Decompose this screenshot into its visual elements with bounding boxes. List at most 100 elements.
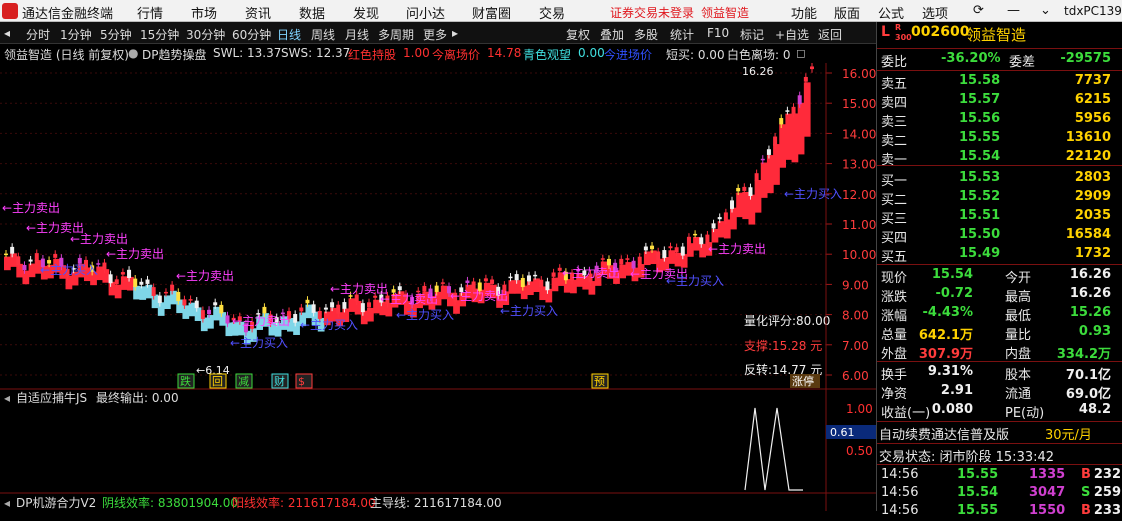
ask-row[interactable]: 卖四 15.57 6215 [877, 92, 1122, 111]
minimize-icon[interactable]: — [1007, 3, 1020, 18]
ad-text[interactable]: 自动续费通达信普及版 [879, 424, 1009, 443]
tool-diejia[interactable]: 叠加 [600, 26, 624, 43]
more-chevron-icon[interactable]: ▸ [452, 26, 458, 40]
tick-row: 14:56 15.55 1335 B 232 [877, 467, 1122, 485]
indicator-name[interactable]: DP趋势操盘 [142, 46, 206, 63]
ask-row[interactable]: 卖五 15.58 7737 [877, 73, 1122, 92]
ad-row[interactable]: 自动续费通达信普及版 30元/月 [877, 424, 1122, 443]
stat-row: 外盘 307.9万 内盘 334.2万 [877, 343, 1122, 362]
ribbon-segment [170, 290, 177, 305]
ribbon-segment [779, 124, 786, 168]
period-30min[interactable]: 30分钟 [186, 26, 225, 43]
ask-row[interactable]: 卖二 15.55 13610 [877, 130, 1122, 149]
tool-duogu[interactable]: 多股 [634, 26, 658, 43]
menu-item-shuju[interactable]: 数据 [299, 3, 325, 22]
close-indicator-icon[interactable]: ◻ [796, 46, 806, 60]
ind1-output: 最终输出: 0.00 [96, 390, 179, 405]
user-id: tdxPC1397 [1064, 4, 1122, 18]
candle-body [397, 286, 402, 291]
menu-item-banmian[interactable]: 版面 [834, 3, 860, 22]
ribbon-segment [754, 180, 762, 213]
menu-item-hangqing[interactable]: 行情 [137, 3, 163, 22]
quote-panel: L R 300 002600 领益智造 委比 -36.20% 委差 -29575… [876, 22, 1122, 518]
menu-item-zixun[interactable]: 资讯 [245, 3, 271, 22]
candle-body [114, 279, 119, 285]
menu-item-jiaoyi[interactable]: 交易 [539, 3, 565, 22]
sell-annotation: ←主力卖出 [708, 242, 766, 256]
ind2-title[interactable]: DP机游合力V2 [16, 495, 96, 510]
ind1-title[interactable]: 自适应捕牛JS [16, 390, 87, 405]
ask-row[interactable]: 卖三 15.56 5956 [877, 111, 1122, 130]
period-daily[interactable]: 日线 [277, 26, 301, 43]
ribbon-segment [742, 191, 750, 220]
bid-row[interactable]: 买五 15.49 1732 [877, 246, 1122, 265]
tool-fuquan[interactable]: 复权 [566, 26, 590, 43]
panel-toggle-icon[interactable]: ◂ [4, 26, 10, 40]
ribbon-segment [686, 243, 694, 257]
weibi-value: -36.20% [941, 51, 1001, 66]
period-weekly[interactable]: 周线 [311, 26, 335, 43]
chevron-down-icon[interactable]: ⌄ [1040, 3, 1051, 18]
trade-login-warning[interactable]: 证券交易未登录 [610, 4, 694, 21]
refresh-icon[interactable]: ⟳ [973, 3, 984, 18]
ask-label: 卖三 [881, 115, 908, 130]
stat2-label: 股本 [1005, 368, 1032, 383]
price-tick-label: 7.00 [842, 339, 869, 353]
ribbon-segment [194, 307, 202, 321]
menu-item-faxian[interactable]: 发现 [353, 3, 379, 22]
sell-annotation: ←主力卖出 [232, 314, 290, 328]
stat-label: 外盘 [881, 347, 908, 362]
bid-row[interactable]: 买二 15.52 2909 [877, 189, 1122, 208]
period-more[interactable]: 更多 [423, 26, 447, 43]
ind1-toggle-icon[interactable]: ◂ [4, 391, 10, 405]
ribbon-segment [545, 288, 553, 303]
period-1min[interactable]: 1分钟 [60, 26, 92, 43]
tick-side: S [1081, 485, 1091, 500]
high-price-label: 16.26 [742, 65, 774, 78]
menu-item-gongshi[interactable]: 公式 [878, 3, 904, 22]
kline-chart[interactable]: 16.00 15.00 14.00 13.00 12.00 11.00 10.00 9.00 8… [0, 63, 876, 511]
bid-row[interactable]: 买四 15.50 16584 [877, 227, 1122, 246]
period-15min[interactable]: 15分钟 [140, 26, 179, 43]
ribbon-segment [354, 300, 362, 315]
tick-time: 14:56 [881, 485, 919, 500]
ribbon-segment [367, 307, 374, 322]
notice-stock[interactable]: 领益智造 [701, 4, 749, 21]
tool-add-favorite[interactable]: +自选 [775, 26, 809, 43]
period-multi[interactable]: 多周期 [378, 26, 414, 43]
tick-count: 259 [1093, 485, 1121, 500]
bid-row[interactable]: 买一 15.53 2803 [877, 170, 1122, 189]
ribbon-segment [650, 250, 657, 265]
weicha-value: -29575 [1060, 51, 1111, 66]
stat-value: 15.26 [1069, 305, 1111, 320]
stat-label: 涨幅 [881, 309, 908, 324]
menu-item-xuanxiang[interactable]: 选项 [922, 3, 948, 22]
period-fenshi[interactable]: 分时 [26, 26, 50, 43]
ind2-toggle-icon[interactable]: ◂ [4, 496, 10, 510]
candle-body [539, 279, 544, 288]
menu-item-caifuquan[interactable]: 财富圈 [472, 3, 511, 22]
ribbon-segment [699, 243, 707, 258]
bid-volume: 16584 [1065, 227, 1111, 242]
quote-header: L R 300 002600 领益智造 [877, 23, 1122, 46]
ad-price[interactable]: 30元/月 [1045, 424, 1092, 443]
menu-item-shichang[interactable]: 市场 [191, 3, 217, 22]
indicator-settings-icon[interactable]: ● [128, 46, 138, 60]
candle-body [625, 258, 630, 260]
swl-value: SWL: 13.37 [213, 46, 282, 60]
bid-row[interactable]: 买三 15.51 2035 [877, 208, 1122, 227]
menu-item-gongneng[interactable]: 功能 [791, 3, 817, 22]
tool-tongji[interactable]: 统计 [670, 26, 694, 43]
ribbon-segment [668, 250, 676, 264]
tool-f10[interactable]: F10 [707, 26, 729, 40]
period-monthly[interactable]: 月线 [345, 26, 369, 43]
buy-annotation: ←主力买入 [500, 304, 558, 318]
period-60min[interactable]: 60分钟 [232, 26, 271, 43]
stat-value: -4.43% [922, 305, 974, 320]
tool-biaoji[interactable]: 标记 [740, 26, 764, 43]
candle-body [680, 246, 685, 256]
stat2-label: PE(动) [1005, 406, 1045, 421]
menu-item-wenxiaoda[interactable]: 问小达 [406, 3, 445, 22]
period-5min[interactable]: 5分钟 [100, 26, 132, 43]
tool-back[interactable]: 返回 [818, 26, 842, 43]
